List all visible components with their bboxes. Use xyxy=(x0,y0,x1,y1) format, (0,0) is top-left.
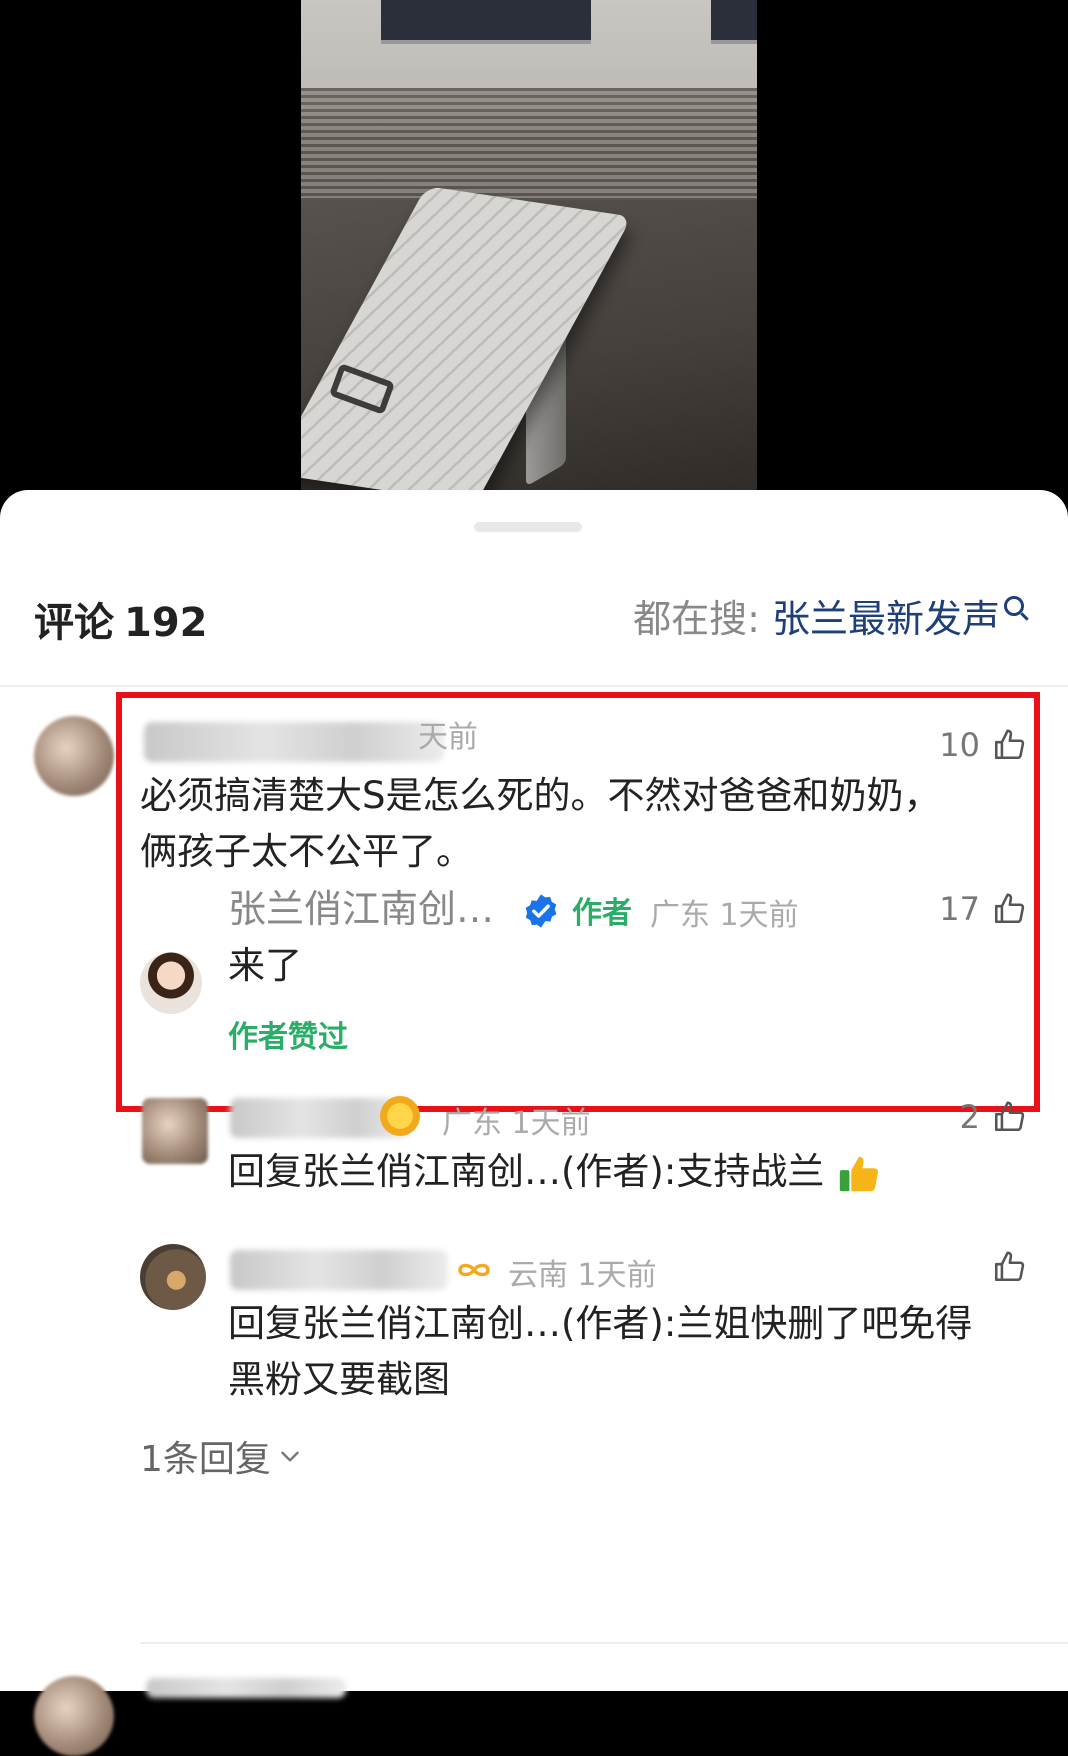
smile-emoji-icon xyxy=(380,1096,420,1136)
reply-2-avatar[interactable] xyxy=(140,1244,206,1310)
verified-badge-icon xyxy=(525,894,557,928)
comment-title-label: 评论 xyxy=(34,600,114,646)
author-liked-label: 作者赞过 xyxy=(228,1020,348,1055)
trending-search-term[interactable]: 张兰最新发声 xyxy=(772,597,1000,641)
reply-2-like-button[interactable] xyxy=(980,1250,1026,1284)
reply-2-line1: 回复张兰俏江南创…(作者):兰姐快删了吧免得 xyxy=(228,1296,1048,1352)
author-tag: 作者 xyxy=(572,896,632,931)
author-name[interactable]: 张兰俏江南创… xyxy=(228,882,494,936)
next-commenter-name-blurred[interactable] xyxy=(146,1678,346,1698)
reply-2-time: 1天前 xyxy=(577,1258,657,1293)
reply-2-text: 回复张兰俏江南创…(作者):兰姐快删了吧免得 黑粉又要截图 xyxy=(228,1296,1048,1408)
header-divider xyxy=(0,685,1068,687)
reply-1-avatar[interactable] xyxy=(142,1098,208,1164)
author-avatar[interactable] xyxy=(140,952,202,1014)
video-player[interactable] xyxy=(0,0,1068,510)
thumbs-up-icon[interactable] xyxy=(992,892,1026,926)
expand-replies-label: 1条回复 xyxy=(140,1439,271,1480)
author-reply-like-button[interactable]: 17 xyxy=(939,890,1026,928)
author-reply-time: 1天前 xyxy=(719,898,799,933)
reply-1-prefix: 回复张兰俏江南创…(作者): xyxy=(228,1150,677,1193)
trending-search[interactable]: 都在搜: 张兰最新发声 xyxy=(633,588,1024,643)
conveyor-slats xyxy=(301,88,757,198)
chevron-down-icon xyxy=(281,1451,299,1462)
reply-1-text: 回复张兰俏江南创…(作者):支持战兰 xyxy=(228,1144,1048,1200)
airport-sign xyxy=(381,0,591,44)
author-reply-location: 广东 xyxy=(650,898,710,933)
comment-count: 192 xyxy=(124,600,208,646)
comment-title: 评论 192 xyxy=(34,590,208,648)
reply-2-name-blurred[interactable] xyxy=(230,1250,448,1290)
reply-1-location: 广东 xyxy=(442,1106,502,1141)
reply-2-location: 云南 xyxy=(508,1258,568,1293)
thumbs-up-emoji-icon xyxy=(839,1156,879,1191)
reply-1-time: 1天前 xyxy=(511,1106,591,1141)
expand-replies-button[interactable]: 1条回复 xyxy=(140,1430,303,1482)
author-reply-like-count: 17 xyxy=(939,890,980,928)
drag-handle[interactable] xyxy=(474,522,582,532)
commenter-avatar[interactable] xyxy=(34,716,114,796)
reply-2-prefix: 回复张兰俏江南创…(作者): xyxy=(228,1302,677,1345)
reply-2-line2: 黑粉又要截图 xyxy=(228,1358,450,1401)
thumbs-up-icon[interactable] xyxy=(992,1250,1026,1284)
thumbs-up-icon[interactable] xyxy=(992,1100,1026,1134)
comment-header: 评论 192 都在搜: 张兰最新发声 xyxy=(0,560,1068,650)
trending-search-prefix: 都在搜: xyxy=(633,597,760,641)
comment-divider xyxy=(140,1642,1068,1644)
next-commenter-avatar[interactable] xyxy=(34,1676,114,1756)
comment-panel: 评论 192 都在搜: 张兰最新发声 天前 10 必须搞清楚大S是怎么死的。不然对… xyxy=(0,490,1068,1756)
infinity-badge-icon xyxy=(458,1263,490,1277)
reply-1-like-button[interactable]: 2 xyxy=(960,1098,1026,1136)
reply-1-meta: 广东 1天前 xyxy=(442,1098,591,1142)
reply-1-body: 支持战兰 xyxy=(676,1150,825,1193)
author-reply-text: 来了 xyxy=(228,944,302,987)
author-reply-meta: 广东 1天前 xyxy=(650,890,799,934)
reply-2-body: 兰姐快删了吧免得 xyxy=(676,1302,973,1345)
search-icon[interactable] xyxy=(1004,596,1024,616)
video-frame[interactable] xyxy=(301,0,757,492)
airport-sign-right xyxy=(711,0,757,44)
reply-2-meta: 云南 1天前 xyxy=(508,1250,657,1294)
reply-1-like-count: 2 xyxy=(959,1098,980,1136)
